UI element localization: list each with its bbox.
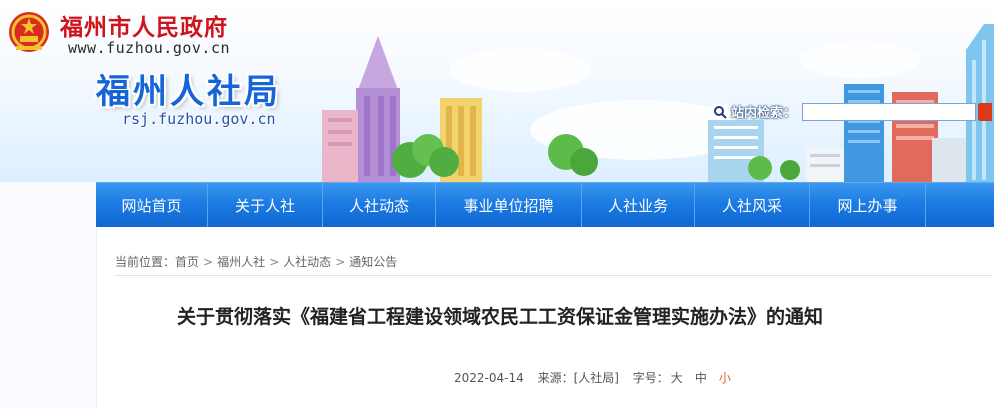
article-content: 当前位置：首页 > 福州人社 > 人社动态 > 通知公告 关于贯彻落实《福建省工程建设领域农… [96,227,994,409]
nav-item-about[interactable]: 关于人社 [208,183,323,228]
breadcrumb: 当前位置：首页 > 福州人社 > 人社动态 > 通知公告 [115,253,397,270]
nav-item-news[interactable]: 人社动态 [323,183,436,228]
gov-site-title[interactable]: 福州市人民政府 [60,8,228,42]
breadcrumb-prefix: 当前位置： [115,255,176,269]
font-size-small-option[interactable]: 小 [719,371,731,385]
breadcrumb-separator: > [335,255,346,269]
breadcrumb-separator: > [269,255,280,269]
article-meta: 2022-04-14 来源：[人社局] 字号：大中小 [454,369,743,386]
site-search: 站内检索： [712,102,993,121]
article-source: 来源：[人社局] [537,371,619,385]
search-input[interactable] [802,102,977,121]
breadcrumb-item-home[interactable]: 首页 [175,255,199,269]
nav-item-showcase[interactable]: 人社风采 [695,183,810,228]
nav-item-home[interactable]: 网站首页 [96,183,208,228]
dept-site-title[interactable]: 福州人社局 [96,64,281,113]
search-button[interactable] [978,102,993,121]
article-date: 2022-04-14 [454,371,524,385]
breadcrumb-item-news[interactable]: 人社动态 [283,255,331,269]
magnifier-icon [712,103,728,120]
main-nav: 网站首页 关于人社 人社动态 事业单位招聘 人社业务 人社风采 网上办事 [96,182,994,228]
nav-item-online-services[interactable]: 网上办事 [810,183,926,228]
gov-site-url[interactable]: www.fuzhou.gov.cn [68,39,230,57]
nav-item-services[interactable]: 人社业务 [582,183,695,228]
font-size-label: 字号： [632,371,669,385]
breadcrumb-item-notices[interactable]: 通知公告 [349,255,397,269]
font-size-large-option[interactable]: 大 [671,371,683,385]
font-size-medium-option[interactable]: 中 [695,371,707,385]
national-emblem-icon [9,12,49,52]
breadcrumb-divider [115,275,993,276]
nav-item-recruitment[interactable]: 事业单位招聘 [436,183,582,228]
dept-site-url[interactable]: rsj.fuzhou.gov.cn [122,110,276,128]
breadcrumb-item-fuzhou-hrss[interactable]: 福州人社 [217,255,265,269]
search-label: 站内检索： [731,106,797,121]
left-margin [0,182,96,409]
breadcrumb-separator: > [203,255,214,269]
article-title: 关于贯彻落实《福建省工程建设领域农民工工资保证金管理实施办法》的通知 [176,306,823,328]
site-header: 福州市人民政府 www.fuzhou.gov.cn 福州人社局 rsj.fuzh… [0,0,994,182]
